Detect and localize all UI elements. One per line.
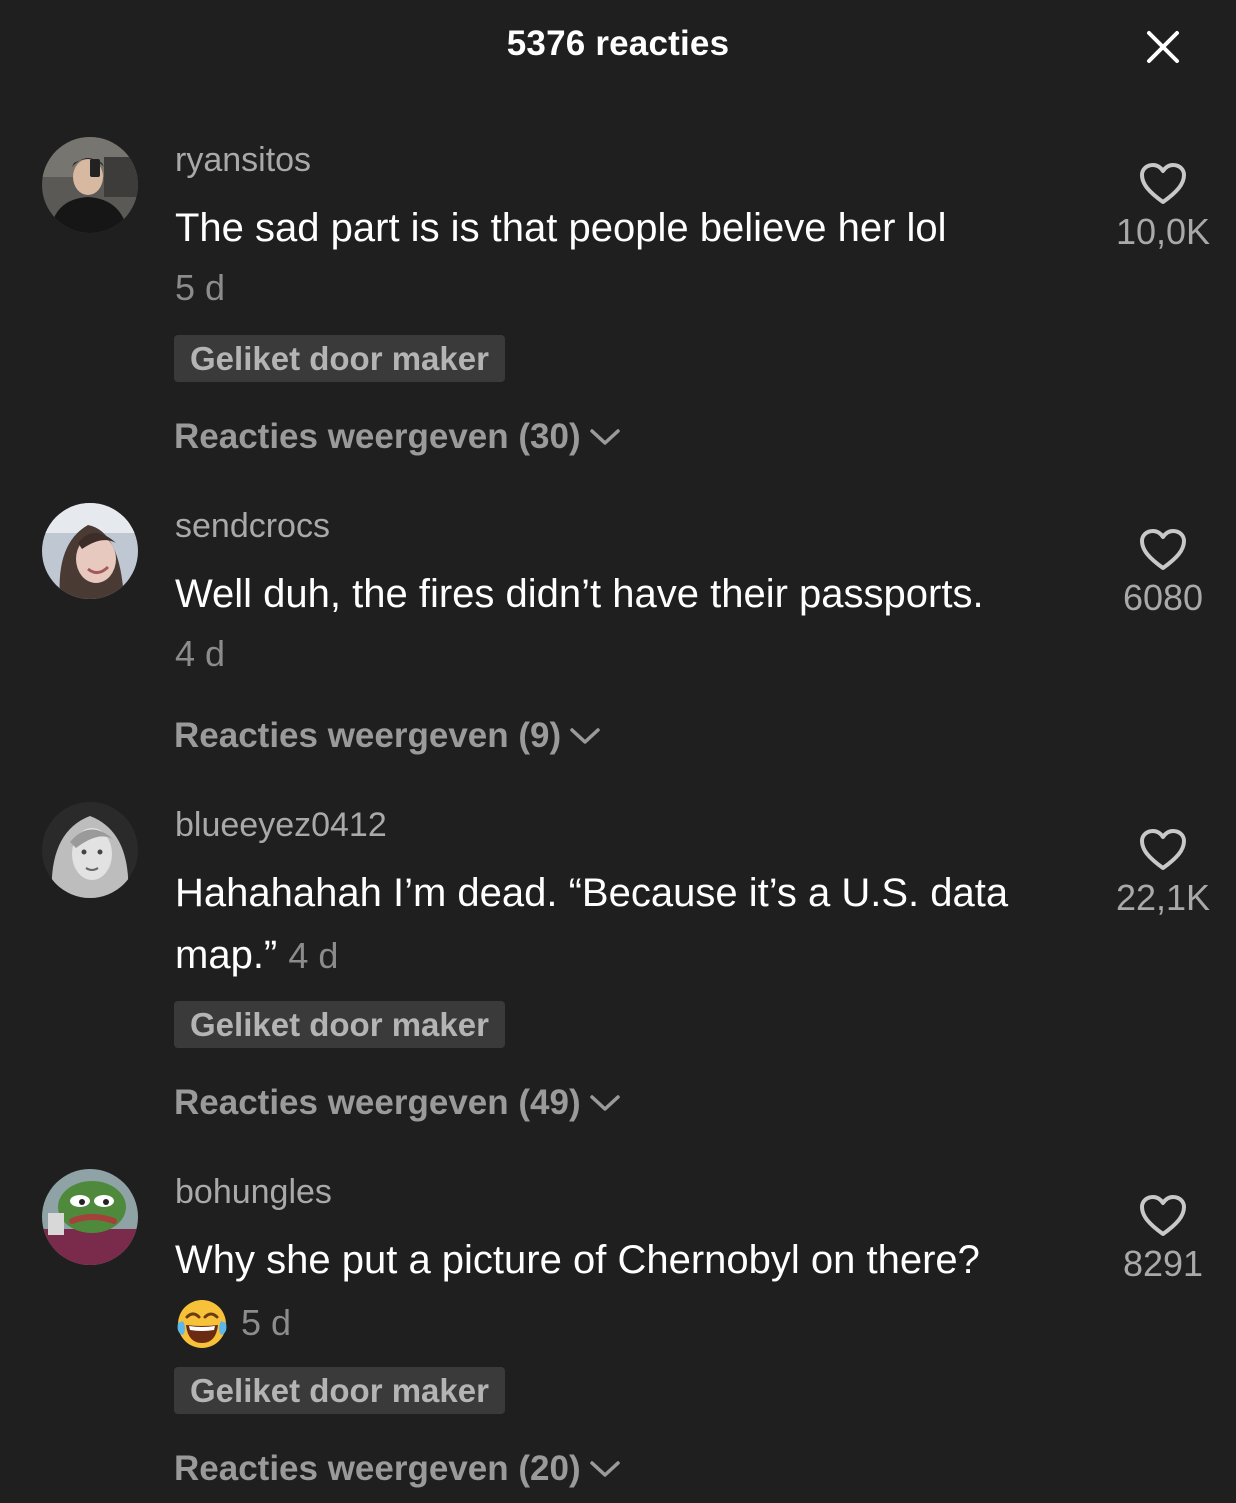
heart-icon[interactable] bbox=[1139, 1194, 1187, 1238]
avatar[interactable] bbox=[42, 137, 138, 233]
avatar[interactable] bbox=[42, 503, 138, 599]
close-button[interactable] bbox=[1140, 24, 1186, 70]
comment-text: Hahahahah I’m dead. “Because it’s a U.S.… bbox=[175, 862, 1095, 987]
heart-icon[interactable] bbox=[1139, 528, 1187, 572]
comment-text: The sad part is is that people believe h… bbox=[175, 197, 1095, 259]
like-count: 6080 bbox=[1122, 577, 1204, 618]
like-column: 8291 bbox=[1100, 1194, 1226, 1284]
comment-timestamp: 5 d bbox=[241, 1302, 292, 1343]
liked-by-creator-badge: Geliket door maker bbox=[174, 1001, 505, 1048]
like-column: 10,0K bbox=[1100, 162, 1226, 252]
view-replies-button[interactable]: Reacties weergeven (9) bbox=[174, 716, 601, 756]
liked-by-creator-badge: Geliket door maker bbox=[174, 1367, 505, 1414]
comment-username[interactable]: bohungles bbox=[175, 1172, 332, 1212]
heart-icon[interactable] bbox=[1139, 162, 1187, 206]
view-replies-button[interactable]: Reacties weergeven (30) bbox=[174, 417, 621, 457]
comments-header: 5376 reacties bbox=[0, 0, 1236, 95]
comment-body: The sad part is is that people believe h… bbox=[175, 206, 947, 250]
like-count: 10,0K bbox=[1115, 211, 1211, 252]
laughing-tears-emoji-icon bbox=[177, 1300, 227, 1349]
view-replies-button[interactable]: Reacties weergeven (20) bbox=[174, 1449, 621, 1489]
comment-username[interactable]: ryansitos bbox=[175, 140, 311, 180]
like-count: 8291 bbox=[1122, 1243, 1204, 1284]
comment-username[interactable]: blueeyez0412 bbox=[175, 805, 387, 845]
view-replies-label: Reacties weergeven (49) bbox=[174, 1083, 581, 1122]
comment-timestamp: 5 d bbox=[175, 267, 226, 308]
avatar[interactable] bbox=[42, 802, 138, 898]
chevron-down-icon bbox=[570, 728, 600, 744]
comment-username[interactable]: sendcrocs bbox=[175, 506, 330, 546]
chevron-down-icon bbox=[589, 1095, 620, 1111]
chevron-down-icon bbox=[589, 1461, 620, 1477]
chevron-down-icon bbox=[589, 429, 620, 445]
comment-timestamp: 4 d bbox=[288, 935, 339, 976]
like-count: 22,1K bbox=[1115, 877, 1211, 918]
view-replies-label: Reacties weergeven (20) bbox=[174, 1449, 581, 1488]
comment-count-title: 5376 reacties bbox=[506, 24, 730, 63]
close-icon bbox=[1147, 31, 1179, 63]
avatar[interactable] bbox=[42, 1169, 138, 1265]
comment-text: Why she put a picture of Chernobyl on th… bbox=[175, 1229, 1095, 1354]
comment-body: Why she put a picture of Chernobyl on th… bbox=[175, 1238, 980, 1282]
view-replies-button[interactable]: Reacties weergeven (49) bbox=[174, 1083, 621, 1123]
heart-icon[interactable] bbox=[1139, 828, 1187, 872]
liked-by-creator-badge: Geliket door maker bbox=[174, 335, 505, 382]
view-replies-label: Reacties weergeven (9) bbox=[174, 716, 562, 755]
like-column: 22,1K bbox=[1100, 828, 1226, 918]
like-column: 6080 bbox=[1100, 528, 1226, 618]
comment-body: Well duh, the fires didn’t have their pa… bbox=[175, 572, 984, 616]
comment-timestamp: 4 d bbox=[175, 633, 226, 674]
view-replies-label: Reacties weergeven (30) bbox=[174, 417, 581, 456]
comment-text: Well duh, the fires didn’t have their pa… bbox=[175, 563, 1095, 625]
